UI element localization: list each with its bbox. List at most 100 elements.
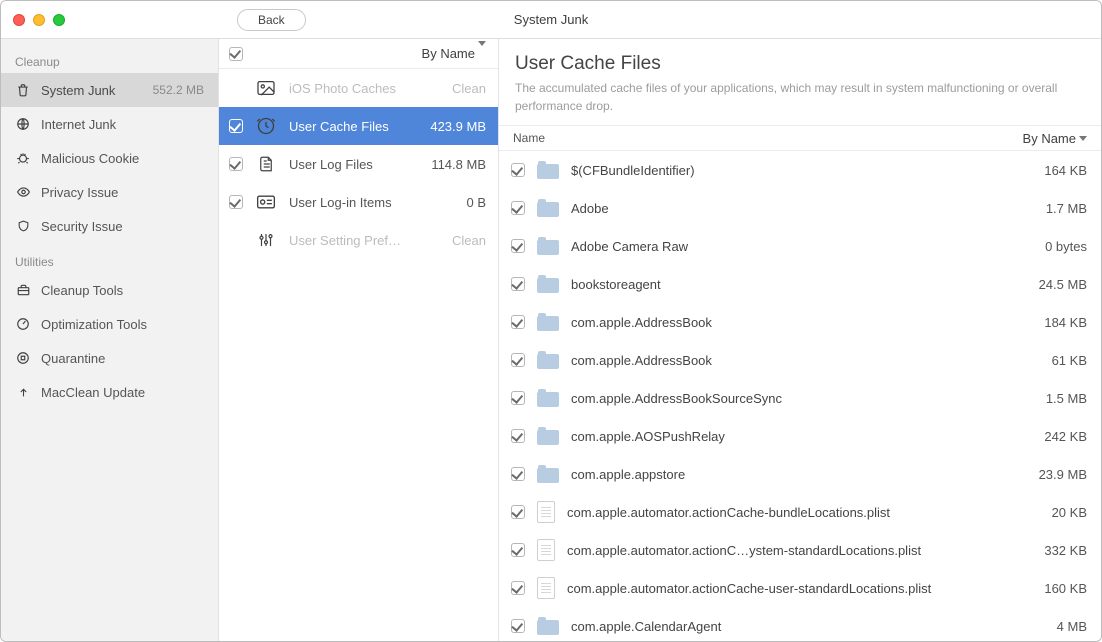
category-name: User Log-in Items: [289, 195, 454, 210]
folder-icon: [537, 427, 559, 445]
file-icon: [537, 501, 555, 523]
file-size: 0 bytes: [1045, 239, 1087, 254]
row-checkbox[interactable]: [229, 195, 243, 209]
sidebar-item-label: Quarantine: [41, 351, 204, 366]
category-list: By Name iOS Photo CachesCleanUser Cache …: [219, 39, 499, 641]
detail-title: User Cache Files: [515, 53, 1085, 75]
toolbox-icon: [15, 282, 31, 298]
sidebar-item-privacy-issue[interactable]: Privacy Issue: [1, 175, 218, 209]
column-sort-button[interactable]: By Name: [1023, 131, 1087, 146]
file-name: Adobe: [571, 201, 1034, 216]
minimize-window-icon[interactable]: [33, 14, 45, 26]
file-icon: [537, 577, 555, 599]
row-checkbox[interactable]: [511, 505, 525, 519]
row-checkbox[interactable]: [511, 353, 525, 367]
category-row[interactable]: User Cache Files423.9 MB: [219, 107, 498, 145]
category-row[interactable]: User Log-in Items0 B: [219, 183, 498, 221]
row-checkbox[interactable]: [511, 467, 525, 481]
row-checkbox[interactable]: [229, 119, 243, 133]
file-size: 24.5 MB: [1039, 277, 1087, 292]
titlebar: Back System Junk: [1, 1, 1101, 39]
sidebar-item-malicious-cookie[interactable]: Malicious Cookie: [1, 141, 218, 175]
category-row[interactable]: iOS Photo CachesClean: [219, 69, 498, 107]
doc-icon: [255, 153, 277, 175]
select-all-checkbox[interactable]: [229, 47, 243, 61]
globe-icon: [15, 116, 31, 132]
row-checkbox[interactable]: [511, 543, 525, 557]
back-button[interactable]: Back: [237, 9, 306, 31]
file-size: 1.7 MB: [1046, 201, 1087, 216]
file-row[interactable]: Adobe Camera Raw 0 bytes: [499, 227, 1101, 265]
app-window: Back System Junk Cleanup System Junk552.…: [0, 0, 1102, 642]
sidebar-item-system-junk[interactable]: System Junk552.2 MB: [1, 73, 218, 107]
category-size: Clean: [452, 81, 486, 96]
file-row[interactable]: com.apple.AddressBook61 KB: [499, 341, 1101, 379]
row-checkbox[interactable]: [511, 315, 525, 329]
file-row[interactable]: com.apple.AddressBook184 KB: [499, 303, 1101, 341]
file-row[interactable]: com.apple.automator.actionCache-user-sta…: [499, 569, 1101, 607]
folder-icon: [537, 313, 559, 331]
update-icon: [15, 384, 31, 400]
sidebar-item-label: Internet Junk: [41, 117, 204, 132]
category-row[interactable]: User Log Files114.8 MB: [219, 145, 498, 183]
row-checkbox[interactable]: [229, 157, 243, 171]
close-window-icon[interactable]: [13, 14, 25, 26]
category-size: 423.9 MB: [430, 119, 486, 134]
zoom-window-icon[interactable]: [53, 14, 65, 26]
chevron-down-icon: [1079, 136, 1087, 141]
category-sort-button[interactable]: By Name: [422, 46, 486, 61]
file-row[interactable]: com.apple.appstore23.9 MB: [499, 455, 1101, 493]
file-row[interactable]: bookstoreagent 24.5 MB: [499, 265, 1101, 303]
sidebar-item-optimization-tools[interactable]: Optimization Tools: [1, 307, 218, 341]
sidebar-item-label: Cleanup Tools: [41, 283, 204, 298]
row-checkbox[interactable]: [511, 619, 525, 633]
file-size: 20 KB: [1052, 505, 1087, 520]
file-name: com.apple.automator.actionCache-bundleLo…: [567, 505, 1040, 520]
row-checkbox[interactable]: [511, 391, 525, 405]
file-size: 1.5 MB: [1046, 391, 1087, 406]
row-checkbox[interactable]: [511, 201, 525, 215]
row-checkbox[interactable]: [511, 239, 525, 253]
file-row[interactable]: com.apple.AOSPushRelay242 KB: [499, 417, 1101, 455]
file-size: 242 KB: [1044, 429, 1087, 444]
file-row[interactable]: com.apple.AddressBookSourceSync1.5 MB: [499, 379, 1101, 417]
folder-icon: [537, 161, 559, 179]
detail-description: The accumulated cache files of your appl…: [515, 79, 1085, 115]
file-row[interactable]: com.apple.CalendarAgent4 MB: [499, 607, 1101, 641]
folder-icon: [537, 199, 559, 217]
sidebar-item-label: Privacy Issue: [41, 185, 204, 200]
trash-icon: [15, 82, 31, 98]
detail-columns: Name By Name: [499, 125, 1101, 151]
category-name: User Setting Pref…: [289, 233, 440, 248]
sidebar-item-security-issue[interactable]: Security Issue: [1, 209, 218, 243]
main: Cleanup System Junk552.2 MBInternet Junk…: [1, 39, 1101, 641]
shield-icon: [15, 218, 31, 234]
category-list-header: By Name: [219, 39, 498, 69]
row-checkbox[interactable]: [511, 163, 525, 177]
file-name: bookstoreagent: [571, 277, 1027, 292]
sidebar-item-cleanup-tools[interactable]: Cleanup Tools: [1, 273, 218, 307]
file-size: 61 KB: [1052, 353, 1087, 368]
sidebar-item-badge: 552.2 MB: [153, 83, 204, 97]
file-size: 164 KB: [1044, 163, 1087, 178]
bug-icon: [15, 150, 31, 166]
file-row[interactable]: Adobe 1.7 MB: [499, 189, 1101, 227]
sidebar-item-macclean-update[interactable]: MacClean Update: [1, 375, 218, 409]
detail-list[interactable]: $(CFBundleIdentifier)164 KBAdobe1.7 MBAd…: [499, 151, 1101, 641]
sidebar-section-utilities: Utilities: [1, 249, 218, 273]
row-checkbox[interactable]: [511, 581, 525, 595]
file-row[interactable]: $(CFBundleIdentifier)164 KB: [499, 151, 1101, 189]
back-wrap: Back: [219, 9, 499, 31]
category-size: Clean: [452, 233, 486, 248]
row-checkbox[interactable]: [511, 429, 525, 443]
sidebar-item-quarantine[interactable]: Quarantine: [1, 341, 218, 375]
category-row[interactable]: User Setting Pref… Clean: [219, 221, 498, 259]
file-size: 184 KB: [1044, 315, 1087, 330]
file-icon: [537, 539, 555, 561]
file-row[interactable]: com.apple.automator.actionCache-bundleLo…: [499, 493, 1101, 531]
row-checkbox[interactable]: [511, 277, 525, 291]
file-name: Adobe Camera Raw: [571, 239, 1033, 254]
file-row[interactable]: com.apple.automator.actionC…ystem-standa…: [499, 531, 1101, 569]
detail-panel: User Cache Files The accumulated cache f…: [499, 39, 1101, 641]
sidebar-item-internet-junk[interactable]: Internet Junk: [1, 107, 218, 141]
